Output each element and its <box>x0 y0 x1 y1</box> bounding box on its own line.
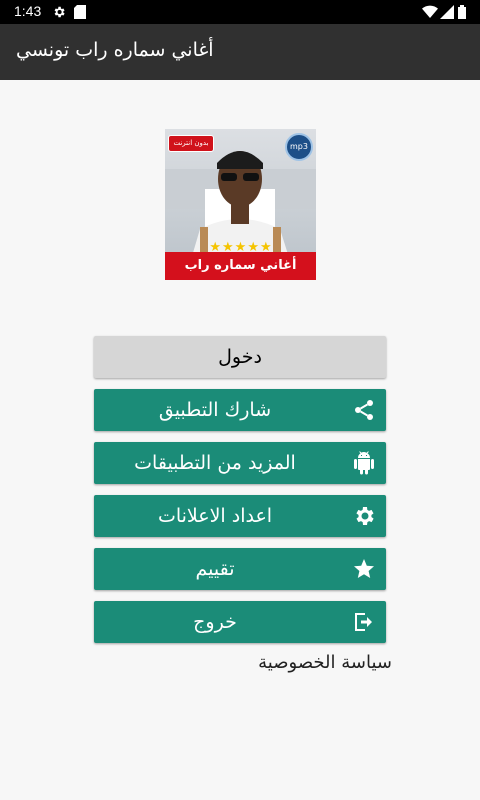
cover-image: بدون انترنت mp3 ★★★★★ أغاني سماره راب تو… <box>165 129 316 280</box>
more-apps-label: المزيد من التطبيقات <box>134 452 296 474</box>
ads-settings-button[interactable]: اعداد الاعلانات <box>94 495 386 537</box>
privacy-policy-link[interactable]: سياسة الخصوصية <box>232 652 392 678</box>
ads-settings-label: اعداد الاعلانات <box>157 505 273 527</box>
gear-icon <box>356 507 374 525</box>
mp3-badge: mp3 <box>285 133 313 161</box>
android-icon <box>354 451 374 475</box>
share-icon <box>355 400 373 420</box>
login-label: دخول <box>218 346 262 368</box>
app-bar: أغاني سماره راب تونسي <box>0 24 480 80</box>
cover-banner: أغاني سماره راب تونسي <box>165 252 316 280</box>
rate-label: تقييم <box>195 558 235 580</box>
exit-label: خروج <box>193 611 237 633</box>
more-apps-button[interactable]: المزيد من التطبيقات <box>94 442 386 484</box>
app-title: أغاني سماره راب تونسي <box>16 39 214 61</box>
status-bar: 1:43 <box>0 0 480 24</box>
wifi-icon <box>422 5 438 18</box>
battery-icon <box>458 5 466 19</box>
offline-badge: بدون انترنت <box>168 135 214 152</box>
rate-button[interactable]: تقييم <box>94 548 386 590</box>
exit-icon <box>355 613 372 631</box>
signal-icon <box>440 5 454 19</box>
settings-icon <box>54 6 65 18</box>
status-time: 1:43 <box>14 3 42 19</box>
star-icon <box>354 559 374 578</box>
login-button[interactable]: دخول <box>94 336 386 378</box>
share-app-button[interactable]: شارك التطبيق <box>94 389 386 431</box>
sd-card-icon <box>74 5 86 19</box>
exit-button[interactable]: خروج <box>94 601 386 643</box>
share-app-label: شارك التطبيق <box>158 399 272 421</box>
